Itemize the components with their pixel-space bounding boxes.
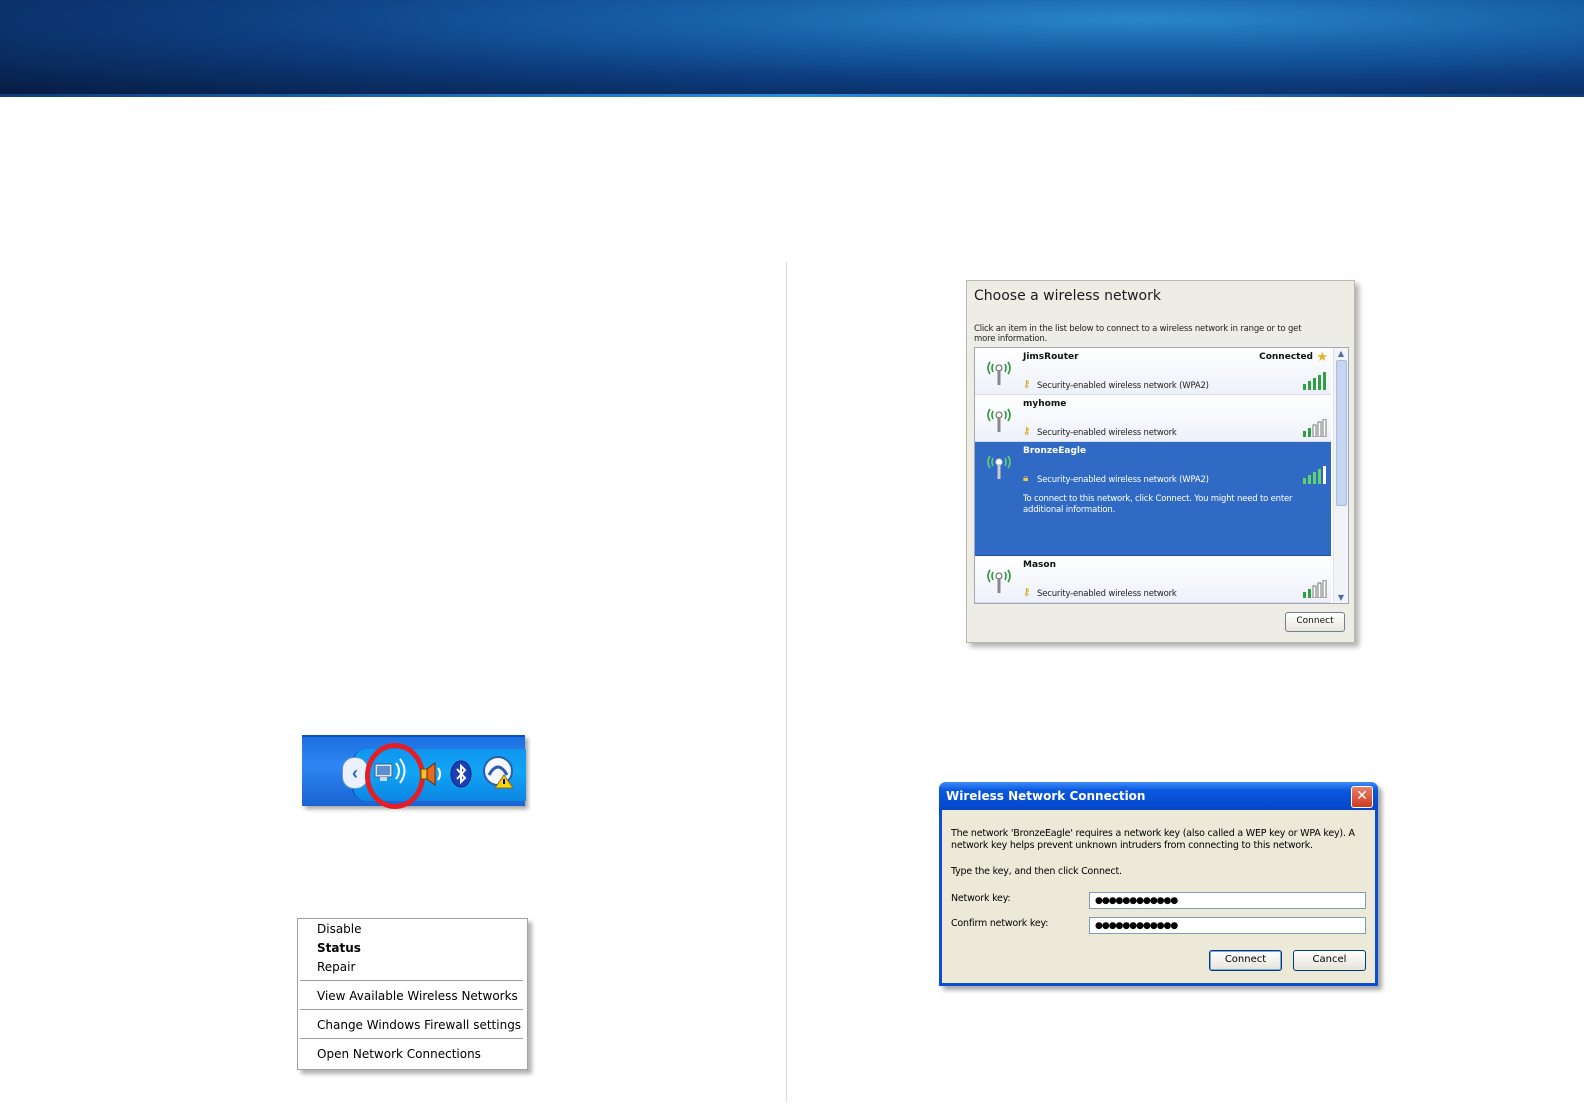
network-security: Security-enabled wireless network (WPA2) — [1037, 381, 1209, 391]
wireless-network-connection-dialog: Wireless Network Connection ✕ The networ… — [939, 782, 1378, 986]
menu-item-open-network-connections[interactable]: Open Network Connections — [317, 1047, 481, 1061]
security-key-icon: ⚷ — [1023, 379, 1031, 390]
header-banner — [0, 0, 1584, 96]
panel-title: Choose a wireless network — [974, 288, 1161, 304]
header-divider — [0, 94, 1584, 97]
highlight-ring — [365, 743, 425, 809]
menu-separator — [300, 1009, 523, 1010]
menu-item-status[interactable]: Status — [317, 941, 361, 955]
network-key-label: Network key: — [951, 893, 1011, 904]
network-name: myhome — [1023, 399, 1067, 409]
network-key-field[interactable]: ●●●●●●●●●●●● — [1089, 892, 1366, 909]
network-item-jimsrouter[interactable]: JimsRouter Connected ★ ⚷ Security-enable… — [975, 348, 1331, 395]
network-item-bronzeeagle[interactable]: BronzeEagle 🔒︎ Security-enabled wireless… — [975, 442, 1331, 556]
menu-item-firewall-settings[interactable]: Change Windows Firewall settings — [317, 1018, 521, 1032]
connect-hint: To connect to this network, click Connec… — [1023, 494, 1293, 515]
security-key-icon: ⚷ — [1023, 587, 1031, 598]
scroll-down-icon[interactable]: ▼ — [1336, 593, 1346, 602]
network-name: BronzeEagle — [1023, 446, 1087, 456]
confirm-network-key-label: Confirm network key: — [951, 918, 1049, 929]
connect-button[interactable]: Connect — [1285, 612, 1345, 632]
signal-strength-icon — [1303, 419, 1327, 437]
menu-item-disable[interactable]: Disable — [317, 922, 362, 936]
signal-strength-icon — [1303, 580, 1327, 598]
dialog-titlebar: Wireless Network Connection ✕ — [939, 782, 1378, 810]
security-lock-icon: 🔒︎ — [1023, 473, 1029, 484]
network-status: Connected — [1259, 352, 1313, 362]
dialog-message: The network 'BronzeEagle' requires a net… — [951, 828, 1355, 851]
network-security: Security-enabled wireless network (WPA2) — [1037, 475, 1209, 485]
choose-wireless-network-panel: Choose a wireless network Click an item … — [966, 280, 1355, 643]
wireless-antenna-icon — [987, 408, 1011, 432]
volume-icon[interactable] — [418, 759, 444, 789]
close-icon[interactable]: ✕ — [1351, 786, 1373, 808]
dialog-connect-button[interactable]: Connect — [1209, 950, 1282, 971]
wireless-antenna-icon — [987, 569, 1011, 593]
signal-strength-icon — [1303, 372, 1326, 390]
network-item-mason[interactable]: Mason ⚷ Security-enabled wireless networ… — [975, 556, 1331, 603]
network-security: Security-enabled wireless network — [1037, 428, 1177, 438]
menu-separator — [300, 980, 523, 981]
panel-description: Click an item in the list below to conne… — [974, 324, 1302, 344]
network-list: JimsRouter Connected ★ ⚷ Security-enable… — [974, 347, 1349, 604]
system-tray: ‹ — [302, 735, 526, 809]
security-alert-icon[interactable] — [482, 755, 516, 789]
menu-item-view-wireless-networks[interactable]: View Available Wireless Networks — [317, 989, 518, 1003]
network-name: Mason — [1023, 560, 1056, 570]
signal-strength-icon — [1303, 466, 1326, 484]
network-item-myhome[interactable]: myhome ⚷ Security-enabled wireless netwo… — [975, 395, 1331, 442]
scroll-up-icon[interactable]: ▲ — [1336, 349, 1346, 358]
wireless-antenna-icon — [987, 455, 1011, 479]
confirm-network-key-field[interactable]: ●●●●●●●●●●●● — [1089, 917, 1366, 934]
dialog-cancel-button[interactable]: Cancel — [1293, 950, 1366, 971]
network-security: Security-enabled wireless network — [1037, 589, 1177, 599]
wireless-antenna-icon — [987, 361, 1011, 385]
dialog-body: The network 'BronzeEagle' requires a net… — [942, 810, 1375, 983]
preferred-star-icon: ★ — [1316, 350, 1328, 365]
dialog-title: Wireless Network Connection — [946, 789, 1146, 803]
dialog-instruction: Type the key, and then click Connect. — [951, 866, 1122, 877]
bluetooth-icon[interactable] — [448, 759, 474, 789]
network-name: JimsRouter — [1023, 352, 1079, 362]
network-list-scrollbar[interactable]: ▲ ▼ — [1333, 348, 1348, 603]
scroll-thumb[interactable] — [1336, 360, 1347, 506]
column-divider — [786, 262, 787, 1102]
context-menu: Disable Status Repair View Available Wir… — [297, 918, 528, 1070]
menu-item-repair[interactable]: Repair — [317, 960, 355, 974]
security-key-icon: ⚷ — [1023, 426, 1031, 437]
menu-separator — [300, 1038, 523, 1039]
